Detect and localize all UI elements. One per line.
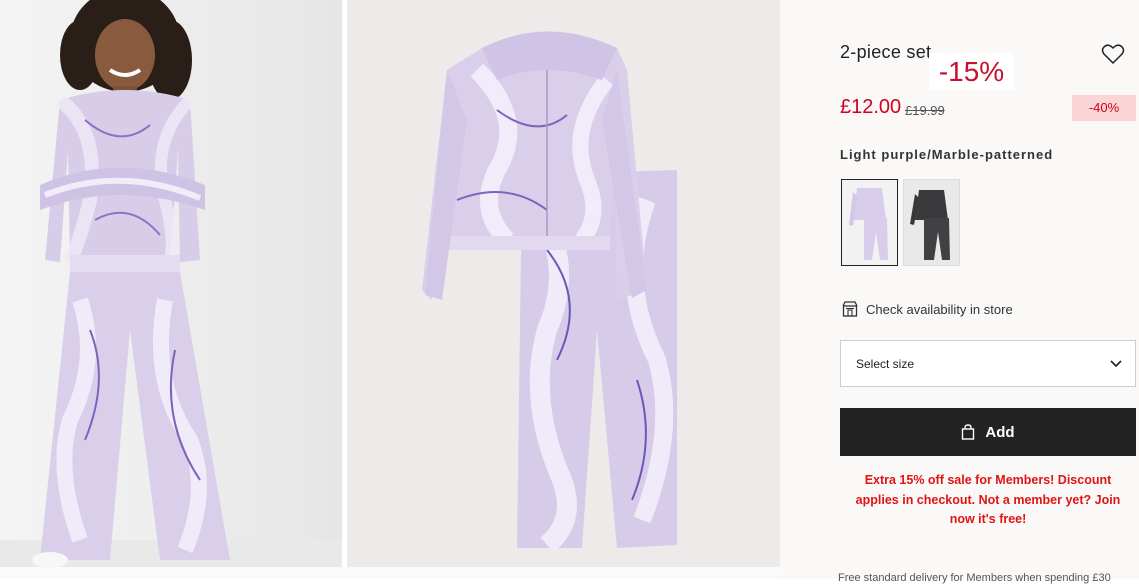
model-image [0, 0, 342, 567]
swatch-thumbnail [842, 180, 897, 265]
add-to-bag-button[interactable]: Add [840, 408, 1136, 456]
add-button-label: Add [985, 423, 1015, 441]
product-title: 2-piece set [840, 42, 932, 62]
shopping-bag-icon [962, 424, 975, 440]
discount-badge: -40% [1072, 95, 1136, 121]
size-select-value: Select size [856, 356, 915, 371]
favorite-heart-icon[interactable] [1101, 43, 1125, 65]
swatch-thumbnail [904, 180, 959, 265]
check-store-availability[interactable]: Check availability in store [842, 299, 1013, 319]
color-swatch-dark-grey[interactable] [903, 179, 960, 266]
flatlay-image [347, 0, 780, 567]
delivery-info-text: Free standard delivery for Members when … [838, 572, 1111, 584]
product-photo-model[interactable] [0, 0, 342, 567]
store-availability-label: Check availability in store [866, 301, 1013, 317]
sale-price: £12.00 [840, 96, 902, 118]
member-offer-message[interactable]: Extra 15% off sale for Members! Discount… [842, 471, 1134, 530]
product-photo-flatlay[interactable] [347, 0, 780, 567]
original-price: £19.99 [905, 103, 945, 118]
image-strip-bottom [0, 567, 780, 579]
size-select[interactable]: Select size [840, 340, 1136, 387]
store-icon [842, 301, 858, 317]
color-name: Light purple/Marble-patterned [840, 147, 1054, 162]
product-info-panel: 2-piece set -15% £12.00 £19.99 -40% Ligh… [780, 0, 1139, 584]
chevron-down-icon [1110, 359, 1122, 367]
color-swatch-light-purple[interactable] [841, 179, 898, 266]
member-discount-overlay: -15% [929, 53, 1014, 90]
